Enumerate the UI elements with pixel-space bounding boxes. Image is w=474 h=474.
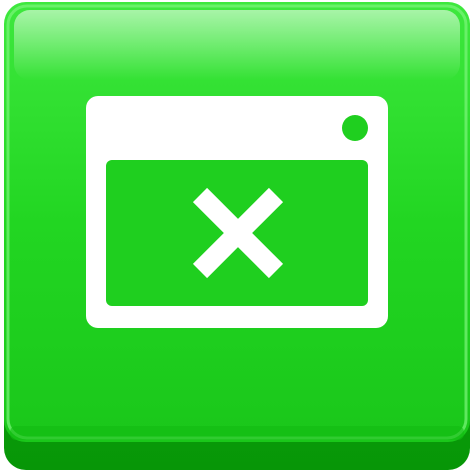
window-titlebar-dot [342, 115, 368, 141]
close-window-button-graphic [4, 2, 470, 470]
close-window-button[interactable] [0, 0, 474, 474]
button-shine [14, 10, 460, 80]
button-bottom-shade [10, 426, 464, 440]
window-icon [86, 96, 388, 328]
